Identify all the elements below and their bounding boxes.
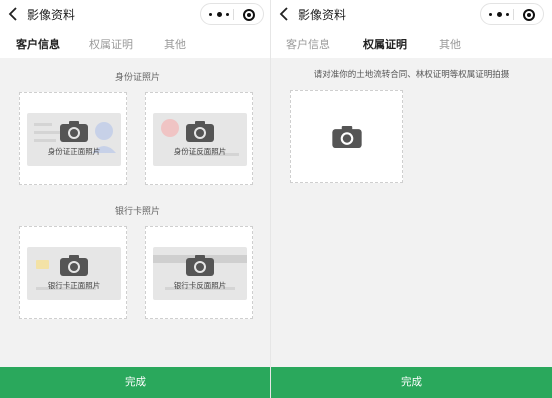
menu-capsule: [480, 3, 544, 25]
id-front-upload[interactable]: 身份证正面照片: [19, 92, 127, 185]
id-back-label: 身份证反面照片: [173, 147, 227, 156]
page-title: 影像资料: [27, 8, 76, 22]
capsule-divider: [513, 9, 514, 20]
page-title: 影像资料: [298, 8, 347, 22]
nav-bar: 影像资料: [271, 0, 552, 28]
camera-icon: [332, 126, 362, 148]
camera-icon: [60, 121, 88, 142]
id-front-placeholder: 身份证正面照片: [27, 113, 121, 166]
close-miniprogram-icon[interactable]: [243, 9, 255, 21]
capsule-divider: [233, 9, 234, 20]
tab-bar: 客户信息 权属证明 其他: [271, 28, 552, 58]
more-icon[interactable]: [489, 9, 509, 19]
tab-customer-info[interactable]: 客户信息: [286, 36, 330, 52]
tab-ownership-proof[interactable]: 权属证明: [363, 36, 407, 52]
ownership-proof-upload[interactable]: [290, 90, 403, 183]
bank-front-label: 银行卡正面照片: [47, 281, 101, 290]
tab-other[interactable]: 其他: [439, 36, 461, 52]
camera-icon: [186, 255, 214, 276]
customer-info-screen: 影像资料 客户信息 权属证明 其他 身份证照片 身份证正面照片 身份证反面照片 …: [0, 0, 271, 398]
id-back-upload[interactable]: 身份证反面照片: [145, 92, 253, 185]
back-arrow-icon[interactable]: [278, 6, 292, 22]
bank-back-upload[interactable]: 银行卡反面照片: [145, 226, 253, 319]
bank-section-title: 银行卡照片: [115, 207, 161, 217]
camera-icon: [186, 121, 214, 142]
ownership-proof-screen: 影像资料 客户信息 权属证明 其他 请对准你的土地流转合同、林权证明等权属证明拍…: [271, 0, 552, 398]
bank-back-label: 银行卡反面照片: [173, 281, 227, 290]
close-miniprogram-icon[interactable]: [523, 9, 535, 21]
back-arrow-icon[interactable]: [7, 6, 21, 22]
bank-back-placeholder: 银行卡反面照片: [153, 247, 247, 300]
nav-bar: 影像资料: [0, 0, 271, 28]
capture-hint: 请对准你的土地流转合同、林权证明等权属证明拍摄: [313, 70, 510, 80]
camera-icon: [60, 255, 88, 276]
bank-front-upload[interactable]: 银行卡正面照片: [19, 226, 127, 319]
tab-other[interactable]: 其他: [164, 36, 186, 52]
done-button[interactable]: 完成: [0, 367, 271, 398]
id-section-title: 身份证照片: [115, 73, 161, 83]
done-button[interactable]: 完成: [271, 367, 552, 398]
app-root: 影像资料 客户信息 权属证明 其他 身份证照片 身份证正面照片 身份证反面照片 …: [0, 0, 552, 398]
id-back-placeholder: 身份证反面照片: [153, 113, 247, 166]
menu-capsule: [200, 3, 264, 25]
tab-customer-info[interactable]: 客户信息: [16, 36, 60, 52]
tab-bar: 客户信息 权属证明 其他: [0, 28, 271, 58]
bank-front-placeholder: 银行卡正面照片: [27, 247, 121, 300]
more-icon[interactable]: [209, 9, 229, 19]
id-front-label: 身份证正面照片: [47, 147, 101, 156]
tab-ownership-proof[interactable]: 权属证明: [89, 36, 133, 52]
